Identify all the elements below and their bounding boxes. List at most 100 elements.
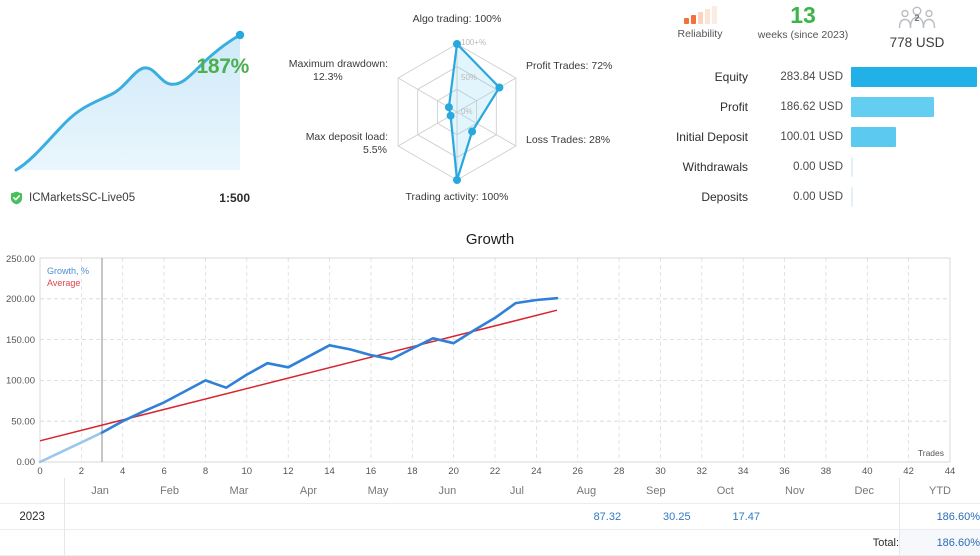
total-spacer-2 — [135, 530, 204, 556]
total-value: 186.60% — [900, 530, 980, 556]
stat-label-withdrawals: Withdrawals — [652, 160, 757, 174]
account-footer: ICMarketsSC-Live05 1:500 — [10, 191, 250, 205]
x-tick-20: 40 — [862, 466, 873, 477]
header-jun: Jun — [413, 478, 482, 504]
growth-sparkline-panel: 187% ICMarketsSC-Live05 1:500 — [0, 0, 262, 222]
stat-row-initial-deposit: Initial Deposit 100.01 USD — [652, 122, 980, 152]
stat-row-deposits: Deposits 0.00 USD — [652, 182, 980, 212]
cell-may — [343, 504, 412, 530]
monthly-growth-table: Jan Feb Mar Apr May Jun Jul Aug Sep Oct … — [0, 478, 980, 556]
growth-chart-section: Growth — [0, 222, 980, 478]
stat-value-equity: 283.84 USD — [757, 71, 851, 83]
x-tick-11: 22 — [490, 466, 501, 477]
header-oct: Oct — [691, 478, 760, 504]
stat-row-withdrawals: Withdrawals 0.00 USD — [652, 152, 980, 182]
x-axis-labels: 0 2 4 6 8 10 12 14 16 18 20 22 24 26 28 … — [37, 466, 955, 477]
x-tick-22: 44 — [945, 466, 956, 477]
stat-row-equity: Equity 283.84 USD — [652, 62, 980, 92]
x-tick-19: 38 — [821, 466, 832, 477]
x-tick-9: 18 — [407, 466, 418, 477]
stat-bar-deposits — [851, 182, 980, 212]
radar-label-maximum-drawdown: Maximum drawdown: — [289, 58, 388, 70]
header-sep: Sep — [621, 478, 690, 504]
reliability-caption: Reliability — [678, 28, 723, 40]
cell-nov — [760, 504, 829, 530]
radar-label-algo-trading: Algo trading: 100% — [413, 13, 502, 25]
header-jan: Jan — [65, 478, 135, 504]
table-total-row: Total: 186.60% — [0, 530, 980, 556]
header-mar: Mar — [204, 478, 273, 504]
radar-scale-outer: 100+% — [461, 38, 486, 47]
x-tick-7: 14 — [324, 466, 335, 477]
x-tick-0: 0 — [37, 466, 42, 477]
cell-aug: 87.32 — [552, 504, 621, 530]
performance-radar-chart: 100+% 50% 0% Algo trading: 100% Profit T… — [262, 0, 652, 222]
total-spacer-9 — [621, 530, 690, 556]
y-tick-1: 50.00 — [11, 417, 35, 428]
header-nov: Nov — [760, 478, 829, 504]
x-tick-10: 20 — [448, 466, 459, 477]
y-tick-4: 200.00 — [6, 294, 35, 305]
legend-item-average: Average — [47, 278, 80, 288]
x-axis-title: Trades — [918, 448, 944, 458]
y-tick-3: 150.00 — [6, 335, 35, 346]
header-jul: Jul — [482, 478, 551, 504]
weeks-badge: 13 weeks (since 2023) — [748, 6, 858, 58]
table-row: 2023 87.32 30.25 17.47 186.60% — [0, 504, 980, 530]
x-tick-3: 6 — [161, 466, 166, 477]
x-tick-18: 36 — [779, 466, 790, 477]
radar-label-maximum-drawdown-value: 12.3% — [313, 71, 343, 83]
signal-bars-icon — [684, 6, 717, 24]
total-spacer-8 — [552, 530, 621, 556]
stat-label-deposits: Deposits — [652, 190, 757, 204]
x-tick-21: 42 — [903, 466, 914, 477]
total-spacer-5 — [343, 530, 412, 556]
shield-check-icon — [10, 191, 23, 205]
header-feb: Feb — [135, 478, 204, 504]
stat-value-withdrawals: 0.00 USD — [757, 161, 851, 173]
stat-value-profit: 186.62 USD — [757, 101, 851, 113]
account-broker-label: ICMarketsSC-Live05 — [29, 192, 135, 204]
stat-row-profit: Profit 186.62 USD — [652, 92, 980, 122]
total-spacer-6 — [413, 530, 482, 556]
header-aug: Aug — [552, 478, 621, 504]
stat-value-deposits: 0.00 USD — [757, 191, 851, 203]
radar-scale-center: 0% — [461, 107, 473, 116]
stat-bar-withdrawals — [851, 152, 980, 182]
total-spacer-4 — [274, 530, 343, 556]
growth-sparkline-chart — [8, 10, 258, 180]
x-tick-15: 30 — [655, 466, 666, 477]
total-spacer-7 — [482, 530, 551, 556]
people-group-icon: 2 — [895, 6, 939, 32]
y-tick-0: 0.00 — [17, 457, 36, 468]
account-statistics-dashboard: 187% ICMarketsSC-Live05 1:500 — [0, 0, 980, 553]
header-year — [0, 478, 65, 504]
radar-scale-mid: 50% — [461, 73, 477, 82]
cell-feb — [135, 504, 204, 530]
x-tick-16: 32 — [697, 466, 708, 477]
cell-apr — [274, 504, 343, 530]
total-spacer-1 — [65, 530, 135, 556]
radar-label-loss-trades: Loss Trades: 28% — [526, 134, 610, 146]
y-axis-labels: 0.00 50.00 100.00 150.00 200.00 250.00 — [6, 254, 35, 468]
total-spacer-3 — [204, 530, 273, 556]
weeks-caption: weeks (since 2023) — [758, 29, 848, 41]
cell-mar — [204, 504, 273, 530]
total-spacer-11 — [760, 530, 829, 556]
header-may: May — [343, 478, 412, 504]
monthly-table-header: Jan Feb Mar Apr May Jun Jul Aug Sep Oct … — [0, 478, 980, 504]
x-tick-13: 26 — [572, 466, 583, 477]
x-tick-4: 8 — [203, 466, 208, 477]
stats-rows: Equity 283.84 USD Profit 186.62 USD Init… — [652, 62, 980, 212]
cell-oct: 17.47 — [691, 504, 760, 530]
cell-dec — [830, 504, 900, 530]
subscribers-badge: 2 778 USD — [858, 6, 976, 58]
growth-chart-plot: 0.00 50.00 100.00 150.00 200.00 250.00 0… — [0, 250, 980, 478]
account-stats-panel: Reliability 13 weeks (since 2023) — [652, 0, 980, 222]
total-label: Total: — [830, 530, 900, 556]
y-tick-2: 100.00 — [6, 376, 35, 387]
stat-bar-initial-deposit — [851, 122, 980, 152]
stat-label-equity: Equity — [652, 70, 757, 84]
account-broker[interactable]: ICMarketsSC-Live05 — [10, 191, 135, 205]
account-leverage: 1:500 — [219, 191, 250, 205]
